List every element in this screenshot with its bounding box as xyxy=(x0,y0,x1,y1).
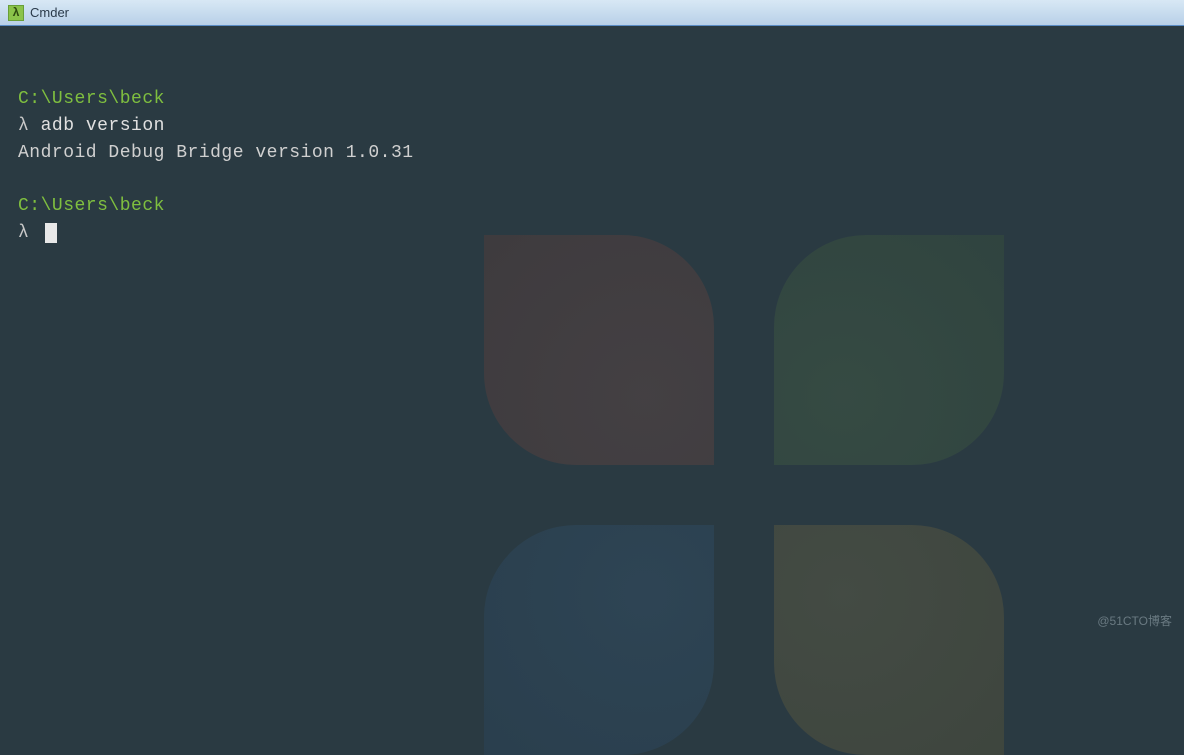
prompt-lambda: λ xyxy=(18,223,29,243)
flag-blue-icon xyxy=(484,525,714,755)
prompt-path: C:\Users\beck xyxy=(18,89,165,109)
terminal-block: C:\Users\beck λ adb version Android Debu… xyxy=(18,86,1166,167)
prompt-path: C:\Users\beck xyxy=(18,196,165,216)
window-titlebar[interactable]: λ Cmder xyxy=(0,0,1184,26)
terminal-block: C:\Users\beck λ xyxy=(18,193,1166,247)
command-output: Android Debug Bridge version 1.0.31 xyxy=(18,140,1166,167)
flag-red-icon xyxy=(484,235,714,465)
app-icon-glyph: λ xyxy=(12,6,19,20)
prompt-lambda: λ xyxy=(18,116,29,136)
cursor xyxy=(45,223,57,243)
window-title: Cmder xyxy=(30,5,69,20)
watermark: @51CTO博客 xyxy=(1097,612,1172,629)
app-icon: λ xyxy=(8,5,24,21)
terminal-area[interactable]: C:\Users\beck λ adb version Android Debu… xyxy=(0,26,1184,265)
flag-yellow-icon xyxy=(774,525,1004,755)
command-text: adb version xyxy=(41,116,165,136)
windows-logo-background xyxy=(484,235,1004,755)
flag-green-icon xyxy=(774,235,1004,465)
